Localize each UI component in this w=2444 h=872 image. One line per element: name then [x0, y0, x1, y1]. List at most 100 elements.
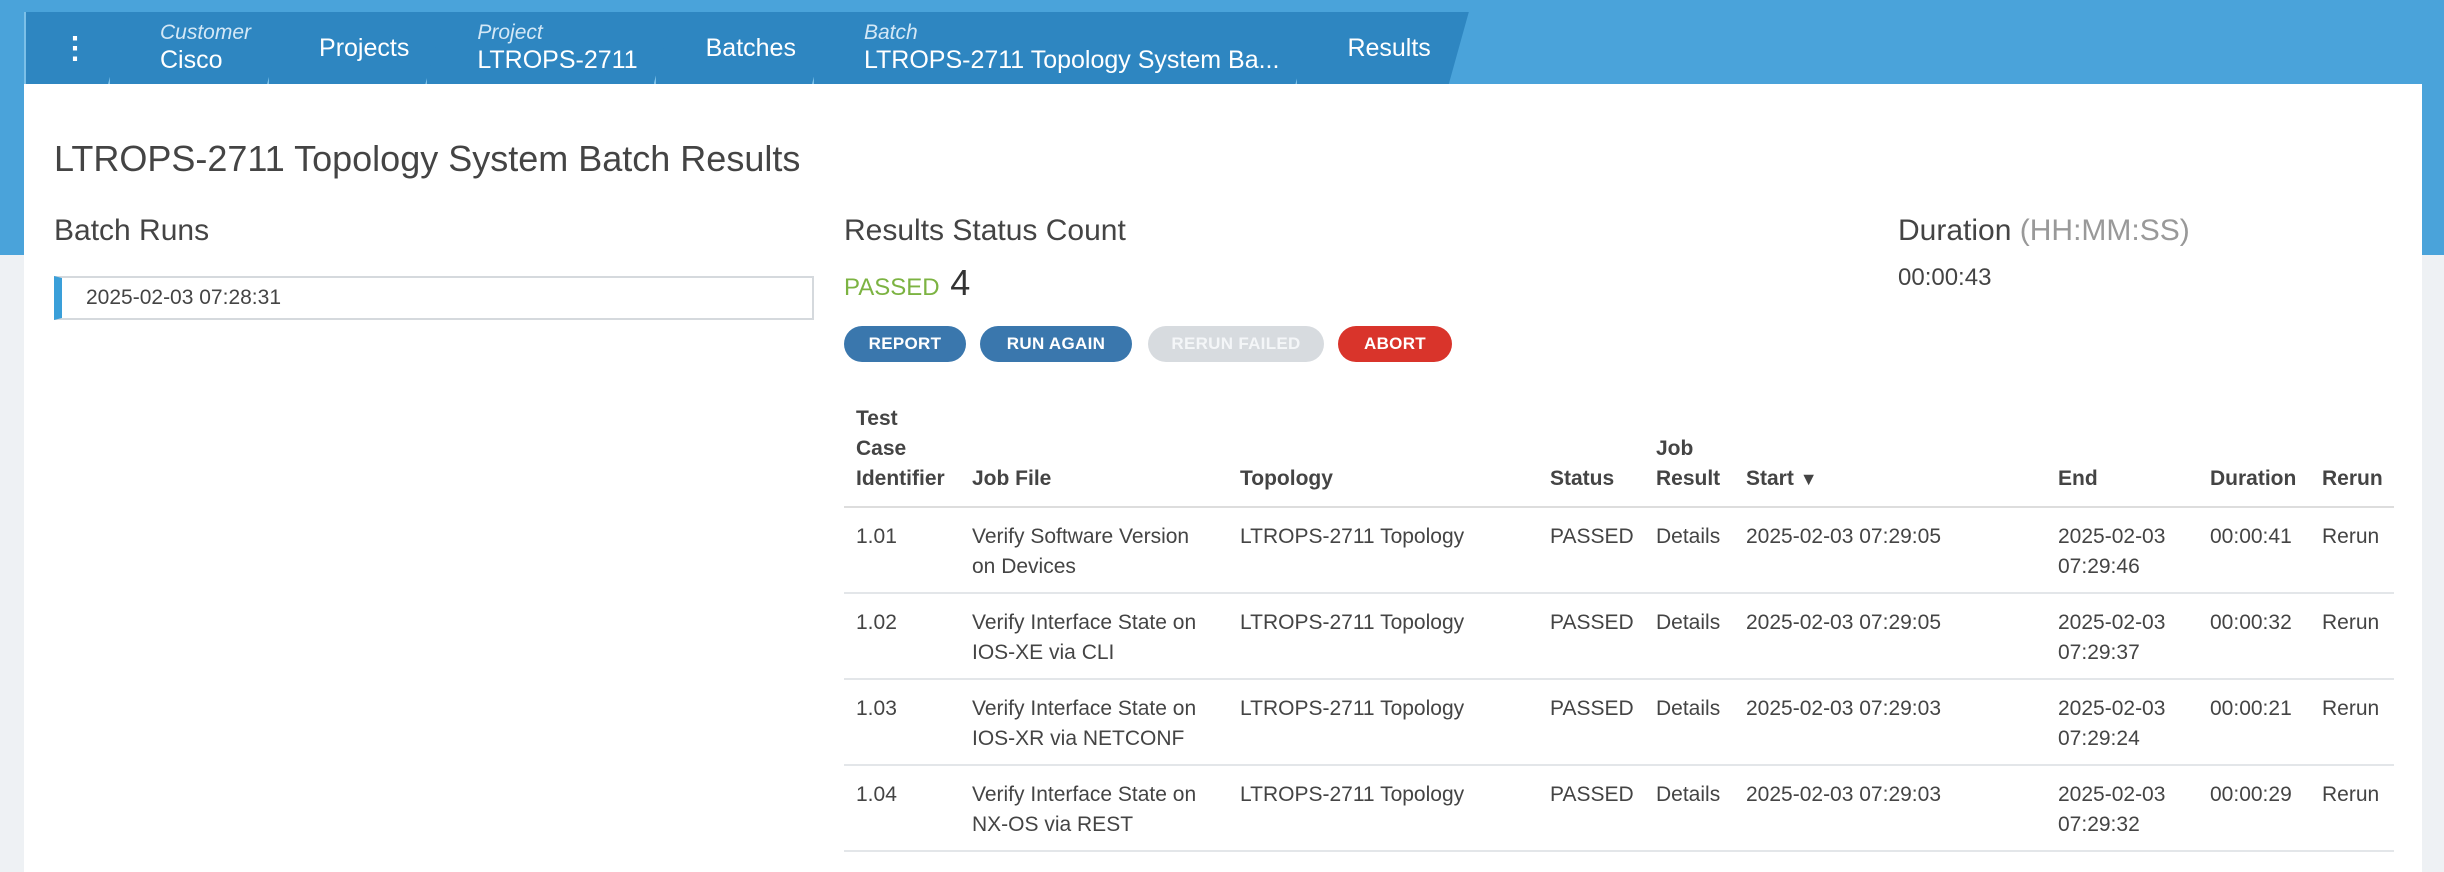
row-topology-link[interactable]: LTROPS-2711 Topology	[1228, 765, 1538, 852]
breadcrumb-customer[interactable]: Customer Cisco	[108, 12, 289, 84]
run-again-button[interactable]: RUN AGAIN	[980, 326, 1132, 362]
row-job-file-line2: IOS-XR via NETCONF	[972, 727, 1185, 750]
table-header-row: Test Case Identifier Job File Topology S…	[844, 398, 2394, 508]
breadcrumb-batches[interactable]: Batches	[654, 12, 834, 84]
row-end-time: 07:29:46	[2058, 555, 2140, 578]
col-header-topology[interactable]: Topology	[1228, 398, 1538, 508]
row-topology-link[interactable]: LTROPS-2711 Topology	[1228, 593, 1538, 680]
table-row: 1.01 Verify Software Version on Devices L…	[844, 507, 2394, 594]
col-header-job-result-line1: Job	[1656, 437, 1694, 460]
col-header-test-case-line2: Case	[856, 437, 907, 460]
passed-count-value: 4	[950, 262, 971, 303]
breadcrumb-results[interactable]: Results	[1295, 12, 1468, 84]
row-duration: 00:00:32	[2198, 593, 2310, 680]
sort-desc-icon: ▼	[1799, 469, 1818, 489]
row-start: 2025-02-03 07:29:03	[1734, 679, 2046, 766]
row-test-case-id[interactable]: 1.01	[844, 507, 960, 594]
row-status: PASSED	[1538, 593, 1644, 680]
row-rerun-link[interactable]: Rerun	[2310, 507, 2394, 594]
col-header-start[interactable]: Start ▼	[1734, 398, 2046, 508]
report-button[interactable]: REPORT	[844, 326, 966, 362]
breadcrumb: ⋮ Customer Cisco Projects Project LTROPS…	[24, 12, 1469, 84]
row-duration: 00:00:21	[2198, 679, 2310, 766]
row-details-link[interactable]: Details	[1644, 593, 1734, 680]
col-header-end[interactable]: End	[2046, 398, 2198, 508]
breadcrumb-projects-label: Projects	[319, 33, 410, 62]
rerun-failed-button[interactable]: RERUN FAILED	[1148, 326, 1324, 362]
table-row: 1.02 Verify Interface State on IOS-XE via…	[844, 593, 2394, 680]
row-status: PASSED	[1538, 765, 1644, 852]
row-end: 2025-02-03 07:29:32	[2046, 765, 2198, 852]
col-header-rerun[interactable]: Rerun	[2310, 398, 2394, 508]
breadcrumb-batch-value: LTROPS-2711 Topology System Ba...	[863, 46, 1280, 74]
col-header-test-case-line3: Identifier	[856, 467, 945, 490]
breadcrumb-batch[interactable]: Batch LTROPS-2711 Topology System Ba...	[812, 12, 1317, 84]
col-header-job-file[interactable]: Job File	[960, 398, 1228, 508]
row-job-file-line2: NX-OS via REST	[972, 813, 1134, 836]
row-job-file-line1: Verify Interface State on	[972, 783, 1197, 806]
duration-unit: (HH:MM:SS)	[2019, 214, 2190, 247]
row-job-file-link[interactable]: Verify Interface State on IOS-XR via NETC…	[960, 679, 1228, 766]
col-header-test-case[interactable]: Test Case Identifier	[844, 398, 960, 508]
col-header-status[interactable]: Status	[1538, 398, 1644, 508]
breadcrumb-batch-kicker: Batch	[863, 21, 918, 44]
breadcrumb-project-kicker: Project	[477, 21, 543, 44]
breadcrumb-projects[interactable]: Projects	[267, 12, 447, 84]
row-end-date: 2025-02-03	[2058, 783, 2166, 806]
row-topology-link[interactable]: LTROPS-2711 Topology	[1228, 679, 1538, 766]
row-job-file-line2: IOS-XE via CLI	[972, 641, 1115, 664]
breadcrumb-project-value: LTROPS-2711	[477, 46, 638, 74]
row-start: 2025-02-03 07:29:05	[1734, 593, 2046, 680]
row-status: PASSED	[1538, 679, 1644, 766]
results-status-count-title: Results Status Count	[844, 214, 1126, 247]
abort-button[interactable]: ABORT	[1338, 326, 1452, 362]
page-title: LTROPS-2711 Topology System Batch Result…	[54, 138, 801, 179]
batch-run-item[interactable]: 2025-02-03 07:28:31	[54, 276, 814, 320]
row-end-date: 2025-02-03	[2058, 697, 2166, 720]
table-row: 1.03 Verify Interface State on IOS-XR via…	[844, 679, 2394, 766]
row-rerun-link[interactable]: Rerun	[2310, 679, 2394, 766]
row-job-file-line2: on Devices	[972, 555, 1076, 578]
row-rerun-link[interactable]: Rerun	[2310, 765, 2394, 852]
col-header-start-label: Start	[1746, 467, 1794, 490]
row-test-case-id[interactable]: 1.04	[844, 765, 960, 852]
duration-title: Duration (HH:MM:SS)	[1898, 214, 2190, 248]
row-job-file-link[interactable]: Verify Software Version on Devices	[960, 507, 1228, 594]
row-details-link[interactable]: Details	[1644, 765, 1734, 852]
col-header-job-result[interactable]: Job Result	[1644, 398, 1734, 508]
batch-runs-title: Batch Runs	[54, 214, 210, 247]
row-job-file-link[interactable]: Verify Interface State on NX-OS via REST	[960, 765, 1228, 852]
row-topology-link[interactable]: LTROPS-2711 Topology	[1228, 507, 1538, 594]
col-header-job-result-line2: Result	[1656, 467, 1721, 490]
row-start: 2025-02-03 07:29:05	[1734, 507, 2046, 594]
breadcrumb-project[interactable]: Project LTROPS-2711	[425, 12, 675, 84]
more-vertical-icon: ⋮	[60, 31, 90, 65]
row-job-file-line1: Verify Software Version	[972, 525, 1190, 548]
row-details-link[interactable]: Details	[1644, 679, 1734, 766]
row-end-date: 2025-02-03	[2058, 525, 2166, 548]
col-header-duration[interactable]: Duration	[2198, 398, 2310, 508]
row-duration: 00:00:29	[2198, 765, 2310, 852]
col-header-test-case-line1: Test	[856, 407, 898, 430]
row-end-time: 07:29:24	[2058, 727, 2140, 750]
row-job-file-link[interactable]: Verify Interface State on IOS-XE via CLI	[960, 593, 1228, 680]
row-details-link[interactable]: Details	[1644, 507, 1734, 594]
row-end: 2025-02-03 07:29:37	[2046, 593, 2198, 680]
row-end: 2025-02-03 07:29:24	[2046, 679, 2198, 766]
row-test-case-id[interactable]: 1.03	[844, 679, 960, 766]
row-end: 2025-02-03 07:29:46	[2046, 507, 2198, 594]
row-status: PASSED	[1538, 507, 1644, 594]
breadcrumb-customer-value: Cisco	[160, 46, 223, 74]
row-end-time: 07:29:37	[2058, 641, 2140, 664]
passed-count: PASSED 4	[844, 262, 970, 304]
breadcrumb-results-label: Results	[1347, 33, 1431, 62]
table-row: 1.04 Verify Interface State on NX-OS via …	[844, 765, 2394, 852]
row-job-file-line1: Verify Interface State on	[972, 611, 1197, 634]
results-table: Test Case Identifier Job File Topology S…	[844, 398, 2394, 852]
row-test-case-id[interactable]: 1.02	[844, 593, 960, 680]
duration-value: 00:00:43	[1898, 264, 1992, 291]
breadcrumb-batches-label: Batches	[705, 33, 796, 62]
row-rerun-link[interactable]: Rerun	[2310, 593, 2394, 680]
row-job-file-line1: Verify Interface State on	[972, 697, 1197, 720]
row-start: 2025-02-03 07:29:03	[1734, 765, 2046, 852]
